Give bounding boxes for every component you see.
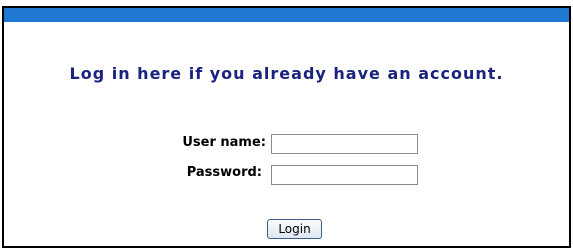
username-input[interactable] [271,134,418,154]
login-heading: Log in here if you already have an accou… [69,64,504,83]
login-panel: Log in here if you already have an accou… [2,6,571,248]
password-label: Password: [186,165,262,180]
password-input[interactable] [271,165,418,185]
panel-header-bar [4,8,569,22]
login-button[interactable]: Login [267,219,322,239]
username-label: User name: [182,135,266,150]
